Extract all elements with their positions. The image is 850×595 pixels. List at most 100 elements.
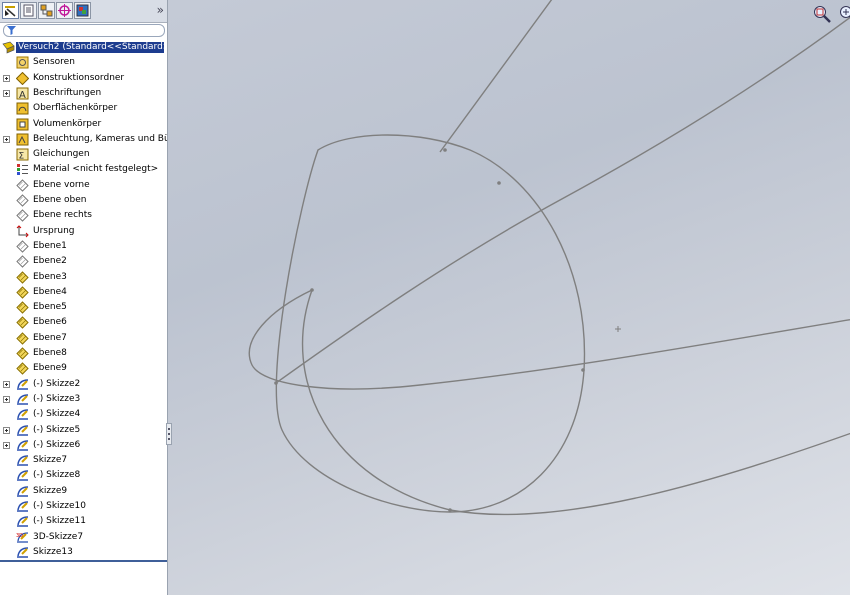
expand-toggle-icon[interactable] — [3, 135, 10, 143]
sketch-icon — [16, 515, 29, 528]
tree-item[interactable]: Skizze13 — [0, 545, 167, 560]
tree-item[interactable]: Oberflächenkörper — [0, 101, 167, 116]
feature-tree-filter[interactable] — [3, 24, 165, 37]
sketch-spline-upper — [275, 16, 850, 384]
tree-item[interactable]: Versuch2 (Standard<<Standard>_A — [0, 40, 167, 55]
sketch-icon — [16, 469, 29, 482]
tree-item[interactable]: Sensoren — [0, 55, 167, 70]
zoom-to-area-button[interactable] — [838, 4, 850, 24]
sketch-diagonal-line — [439, 0, 553, 153]
tree-item[interactable]: Skizze9 — [0, 484, 167, 499]
sketch-point — [448, 508, 452, 512]
tree-item-label: Gleichungen — [33, 149, 90, 160]
expand-toggle-icon[interactable] — [3, 441, 10, 449]
tree-item[interactable]: Material <nicht festgelegt> — [0, 162, 167, 177]
graphics-area[interactable]: ▾▾▾ — [168, 0, 850, 595]
featuremanager-icon — [5, 6, 16, 17]
sketch-icon — [16, 378, 29, 391]
sketch-geometry — [248, 0, 850, 516]
configurationmanager-icon — [40, 4, 53, 17]
expand-toggle-icon[interactable] — [3, 74, 10, 82]
configurationmanager-tab[interactable] — [38, 2, 55, 19]
sketch-icon — [16, 546, 29, 559]
annotations-icon: A — [16, 87, 29, 101]
tree-item[interactable]: (-) Skizze6 — [0, 438, 167, 453]
tree-item[interactable]: A Beschriftungen — [0, 86, 167, 101]
propertymanager-tab[interactable] — [20, 2, 37, 19]
display-manager-tab[interactable] — [74, 2, 91, 19]
tree-item[interactable]: Ebene3 — [0, 270, 167, 285]
tree-item-label: (-) Skizze4 — [33, 409, 81, 420]
tree-item[interactable]: Ebene5 — [0, 300, 167, 315]
tree-item[interactable]: Ursprung — [0, 224, 167, 239]
tree-item[interactable]: Ebene9 — [0, 361, 167, 376]
expand-toggle-icon[interactable] — [3, 426, 10, 434]
tree-item[interactable]: Volumenkörper — [0, 117, 167, 132]
plane-icon — [16, 240, 29, 253]
tree-item-label: (-) Skizze5 — [33, 424, 81, 435]
tree-item-label: Ebene3 — [33, 271, 67, 282]
more-tabs-button[interactable]: » — [157, 3, 164, 17]
tree-item-label: Beleuchtung, Kameras und Bühne — [33, 133, 167, 144]
tree-item-label: Ebene5 — [33, 302, 67, 313]
sketch-point — [443, 148, 447, 152]
tree-item-label: Ebene rechts — [33, 210, 92, 221]
tree-item[interactable]: Ebene8 — [0, 346, 167, 361]
featuremanager-tab[interactable] — [2, 2, 19, 19]
tree-item[interactable]: (-) Skizze3 — [0, 392, 167, 407]
tree-item[interactable]: (-) Skizze10 — [0, 499, 167, 514]
tree-item[interactable]: Ebene6 — [0, 315, 167, 330]
tree-item[interactable]: Skizze7 — [0, 453, 167, 468]
solid-bodies-icon — [16, 118, 29, 131]
tree-item-label: (-) Skizze6 — [33, 439, 81, 450]
sketch-ellipse — [275, 134, 586, 513]
tree-item[interactable]: Ebene4 — [0, 285, 167, 300]
filter-icon — [7, 26, 16, 35]
tree-item[interactable]: Konstruktionsordner — [0, 71, 167, 86]
display-manager-icon — [76, 4, 89, 17]
sketch-point — [497, 181, 501, 185]
panel-splitter-handle[interactable] — [166, 423, 172, 445]
plane-yellow-icon — [16, 316, 29, 330]
zoom-to-fit-button[interactable] — [812, 4, 832, 24]
plane-yellow-icon — [16, 331, 29, 345]
panel-tab-strip: » — [0, 0, 167, 23]
material-icon — [16, 163, 29, 176]
tree-item[interactable]: (-) Skizze8 — [0, 468, 167, 483]
tree-item[interactable]: Ebene vorne — [0, 178, 167, 193]
tree-item[interactable]: (-) Skizze4 — [0, 407, 167, 422]
tree-item[interactable]: 3D 3D-Skizze7 — [0, 530, 167, 545]
tree-item-label: Material <nicht festgelegt> — [33, 164, 159, 175]
expand-toggle-icon[interactable] — [3, 380, 10, 388]
sketch-point — [310, 288, 314, 292]
plane-yellow-icon — [16, 301, 29, 314]
tree-item-label: Sensoren — [33, 57, 75, 68]
tree-item[interactable]: (-) Skizze11 — [0, 514, 167, 529]
tree-item[interactable]: (-) Skizze5 — [0, 423, 167, 438]
tree-item-label: Skizze9 — [33, 485, 68, 496]
tree-item[interactable]: Ebene7 — [0, 331, 167, 346]
svg-text:Σ: Σ — [19, 152, 25, 162]
svg-text:3D: 3D — [16, 533, 23, 539]
plane-icon — [16, 194, 29, 207]
tree-item-label: Volumenkörper — [33, 118, 102, 129]
tree-item[interactable]: Ebene2 — [0, 254, 167, 269]
origin-marker — [615, 326, 621, 332]
3d-sketch-icon: 3D — [16, 531, 29, 544]
tree-item-label: Beschriftungen — [33, 87, 102, 98]
sketch-icon — [16, 408, 29, 421]
tree-item-label: (-) Skizze8 — [33, 470, 81, 481]
tree-item[interactable]: Ebene rechts — [0, 208, 167, 223]
tree-item-label: Konstruktionsordner — [33, 72, 125, 83]
dimxpert-tab[interactable] — [56, 2, 73, 19]
plane-icon — [16, 209, 29, 223]
tree-item[interactable]: (-) Skizze2 — [0, 377, 167, 392]
tree-item[interactable]: Σ Gleichungen — [0, 147, 167, 162]
sensor-icon — [16, 56, 29, 69]
zoom-to-area-icon — [840, 6, 850, 18]
expand-toggle-icon[interactable] — [3, 89, 10, 97]
tree-item[interactable]: Ebene oben — [0, 193, 167, 208]
tree-item[interactable]: Ebene1 — [0, 239, 167, 254]
expand-toggle-icon[interactable] — [3, 395, 10, 403]
tree-item[interactable]: Beleuchtung, Kameras und Bühne — [0, 132, 167, 147]
